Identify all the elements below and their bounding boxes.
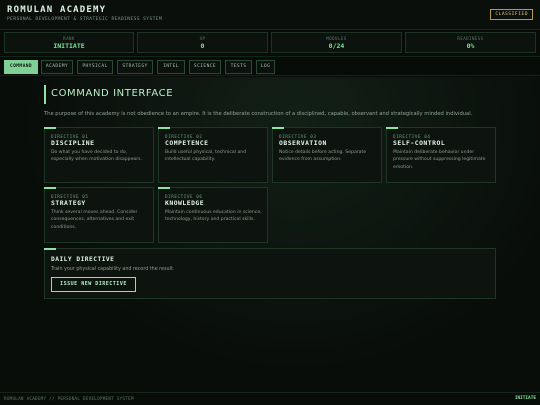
app-title: ROMULAN ACADEMY [7,5,107,15]
tab-bar: COMMAND ACADEMY PHYSICAL STRATEGY INTEL … [0,56,540,76]
section-accent-bar [44,85,46,104]
footer: ROMULAN ACADEMY // PERSONAL DEVELOPMENT … [0,392,540,405]
directive-title: KNOWLEDGE [165,199,205,207]
classified-badge: CLASSIFIED [490,9,533,20]
stat-value: 0% [466,42,475,50]
directive-title: OBSERVATION [279,139,327,147]
directive-card-competence[interactable]: DIRECTIVE 02 COMPETENCE Build useful phy… [158,127,268,183]
directive-card-observation[interactable]: DIRECTIVE 03 OBSERVATION Notice details … [272,127,382,183]
footer-system-label: ROMULAN ACADEMY // PERSONAL DEVELOPMENT … [4,396,134,401]
directive-card-strategy[interactable]: DIRECTIVE 05 STRATEGY Think several move… [44,187,154,243]
tab-command[interactable]: COMMAND [4,60,38,74]
daily-directive-title: DAILY DIRECTIVE [51,256,115,263]
issue-directive-button[interactable]: ISSUE NEW DIRECTIVE [51,277,136,292]
directive-title: STRATEGY [51,199,86,207]
stat-label: RANK [63,36,75,41]
app-subtitle: PERSONAL DEVELOPMENT & STRATEGIC READINE… [7,17,163,22]
directive-title: SELF-CONTROL [393,139,446,147]
stat-readiness: READINESS 0% [405,32,536,53]
section-intro: The purpose of this academy is not obedi… [44,111,473,117]
stat-label: READINESS [457,36,484,41]
directive-title: DISCIPLINE [51,139,95,147]
tab-intel[interactable]: INTEL [157,60,185,74]
section-title: COMMAND INTERFACE [51,88,174,99]
directive-text: Maintain deliberate behavior under press… [393,150,486,170]
footer-rank: INITIATE [514,396,536,401]
stat-label: MODULES [326,36,347,41]
tab-academy[interactable]: ACADEMY [41,60,73,74]
stat-value: 0 [200,42,205,50]
tab-log[interactable]: LOG [256,60,275,74]
directive-text: Do what you have decided to do, especial… [51,150,142,163]
app-header: ROMULAN ACADEMY PERSONAL DEVELOPMENT & S… [0,0,540,30]
directive-text: Think several moves ahead. Consider cons… [51,210,138,230]
directive-card-knowledge[interactable]: DIRECTIVE 06 KNOWLEDGE Maintain continuo… [158,187,268,243]
directive-card-discipline[interactable]: DIRECTIVE 01 DISCIPLINE Do what you have… [44,127,154,183]
directive-text: Build useful physical, technical and int… [165,150,247,163]
daily-directive-panel: DAILY DIRECTIVE Train your physical capa… [44,248,496,299]
tab-science[interactable]: SCIENCE [189,60,221,74]
tab-physical[interactable]: PHYSICAL [77,60,113,74]
directive-text: Maintain continuous education in science… [165,210,262,223]
stat-value: INITIATE [53,42,85,50]
stat-rank: RANK INITIATE [4,32,134,53]
directive-title: COMPETENCE [165,139,209,147]
tab-strategy[interactable]: STRATEGY [117,60,153,74]
stat-modules: MODULES 0/24 [271,32,402,53]
stat-xp: XP 0 [137,32,268,53]
stat-value: 0/24 [328,42,345,50]
tab-tests[interactable]: TESTS [225,60,252,74]
directive-text: Notice details before acting. Separate e… [279,150,367,163]
directive-card-self-control[interactable]: DIRECTIVE 04 SELF-CONTROL Maintain delib… [386,127,496,183]
stat-label: XP [199,36,206,41]
daily-directive-text: Train your physical capability and recor… [51,267,175,272]
